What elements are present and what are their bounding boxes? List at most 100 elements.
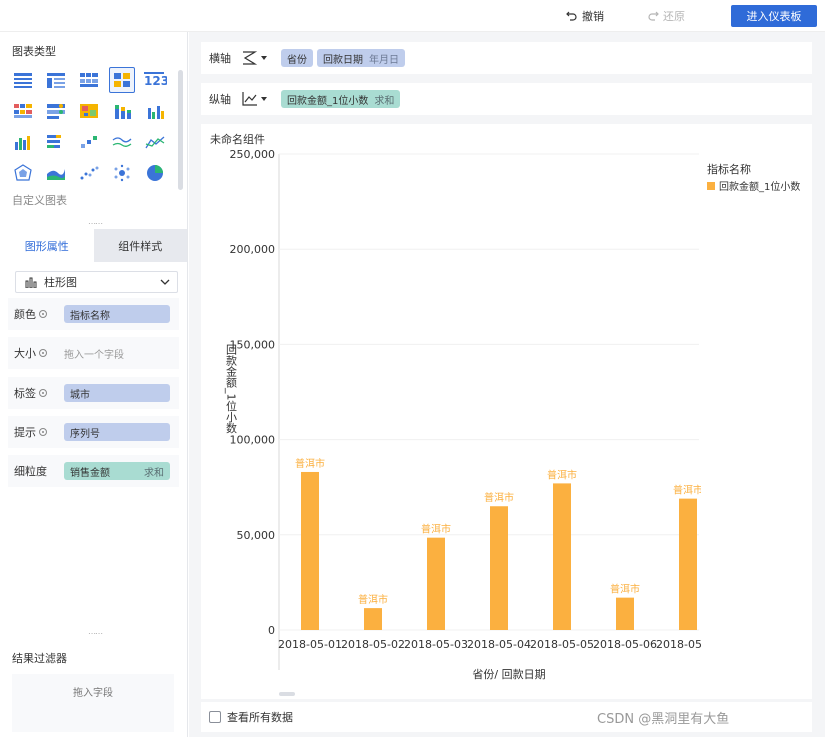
chart-type-label: 柱形图: [44, 276, 77, 289]
color-field-pill[interactable]: 指标名称: [64, 305, 170, 323]
settings-icon[interactable]: [39, 310, 47, 318]
bar-combo-icon[interactable]: [142, 98, 168, 124]
chart-type-select[interactable]: 柱形图: [15, 271, 178, 293]
horizontal-bar-icon[interactable]: [43, 129, 69, 155]
detail-table-icon[interactable]: [76, 67, 102, 93]
caret-down-icon: [261, 56, 267, 60]
bar-data-label: 普洱市: [421, 523, 451, 536]
bar-data-label: 普洱市: [484, 491, 514, 504]
settings-icon[interactable]: [39, 349, 47, 357]
legend-title: 指标名称: [707, 163, 751, 176]
y-tick-label: 0: [268, 624, 275, 637]
filter-drop-zone[interactable]: 拖入字段: [12, 674, 174, 732]
bubble-chart-icon[interactable]: [109, 160, 135, 186]
bar-data-label: 普洱市: [610, 583, 640, 596]
undo-button[interactable]: 撤销: [566, 8, 604, 24]
chart-scrollbar: [279, 692, 295, 696]
bar-chart-icon: [25, 277, 37, 288]
prop-granularity-label: 细粒度: [14, 465, 47, 478]
bar-chart: 050,000100,000150,000200,000250,000回款金额_…: [225, 148, 701, 696]
x-tick-label: 2018-05-06: [593, 638, 657, 651]
prop-tooltip: 提示 序列号: [8, 416, 179, 448]
axis-sort-icon: [243, 51, 258, 65]
card-list-icon[interactable]: [43, 98, 69, 124]
x-axis-title: 省份/ 回款日期: [472, 667, 545, 681]
granularity-field-name: 销售金额: [70, 467, 110, 479]
column-chart-icon[interactable]: [10, 129, 36, 155]
x-field-return-date[interactable]: 回款日期 年月日: [317, 49, 405, 67]
kpi-number-icon[interactable]: 123: [142, 67, 168, 93]
legend-swatch: [707, 181, 715, 190]
redo-button[interactable]: 还原: [647, 8, 685, 24]
granularity-field-pill[interactable]: 销售金额 求和: [64, 462, 170, 480]
bar-data-label: 普洱市: [295, 457, 325, 470]
x-tick-label: 2018-05-04: [467, 638, 531, 651]
chart-types-title: 图表类型: [12, 45, 56, 58]
chart-editor-area: 横轴 省份 回款日期 年月日 纵轴 回款金额_1位小数 求和 未命名组件 0 50,0…: [189, 32, 825, 737]
redo-icon: [648, 11, 659, 21]
cross-table-icon[interactable]: [43, 67, 69, 93]
x-field-province[interactable]: 省份: [281, 49, 313, 67]
scatter-bar-icon[interactable]: [76, 129, 102, 155]
caret-down-icon: [261, 97, 267, 101]
y-tick-label: 200,000: [230, 243, 276, 256]
x-axis-label: 横轴: [209, 52, 231, 65]
svg-text:123: 123: [144, 74, 167, 88]
label-field-pill[interactable]: 城市: [64, 384, 170, 402]
prop-label-label: 标签: [14, 387, 36, 400]
y-tick-label: 50,000: [237, 529, 276, 542]
pie-chart-icon[interactable]: [142, 160, 168, 186]
stacked-bar-icon[interactable]: [109, 98, 135, 124]
y-axis-setting-button[interactable]: [241, 88, 275, 110]
chart-types-scrollbar[interactable]: [178, 70, 183, 190]
heatmap-icon[interactable]: [76, 98, 102, 124]
custom-chart-label: 自定义图表: [12, 194, 67, 207]
x-field-return-date-agg: 年月日: [369, 54, 399, 66]
y-axis-title: 回款金额_1位小数: [225, 344, 238, 434]
x-field-return-date-label: 回款日期: [323, 54, 363, 66]
y-axis-row: 纵轴 回款金额_1位小数 求和: [201, 83, 812, 115]
legend-item-label: 回款金额_1位小数: [719, 182, 801, 193]
tooltip-field-pill[interactable]: 序列号: [64, 423, 170, 441]
area-line-icon[interactable]: [142, 129, 168, 155]
x-tick-label: 2018-05-02: [341, 638, 405, 651]
redo-label: 还原: [663, 10, 685, 23]
prop-color: 颜色 指标名称: [8, 298, 179, 330]
y-tick-label: 100,000: [230, 434, 276, 447]
chart-widget: 未命名组件 0 50,000 100,000 150,000 200,000 250,00…: [201, 124, 812, 699]
x-field-province-label: 省份: [287, 54, 307, 66]
panel-resize-handle[interactable]: ⋯⋯: [88, 630, 103, 638]
x-tick-label: 2018-05-07: [656, 638, 701, 651]
settings-icon[interactable]: [39, 389, 47, 397]
bar: [616, 597, 634, 630]
legend-item[interactable]: 回款金额_1位小数: [707, 178, 800, 193]
y-tick-label: 250,000: [230, 148, 276, 161]
settings-icon[interactable]: [39, 428, 47, 436]
x-tick-label: 2018-05-05: [530, 638, 594, 651]
enter-dashboard-button[interactable]: 进入仪表板: [731, 5, 817, 27]
result-filter-title: 结果过滤器: [12, 652, 67, 665]
view-all-data-checkbox[interactable]: [209, 711, 221, 723]
radar-chart-icon[interactable]: [10, 160, 36, 186]
tab-component-style[interactable]: 组件样式: [93, 229, 187, 262]
granularity-aggregation: 求和: [144, 467, 164, 479]
y-field-return-amount[interactable]: 回款金额_1位小数 求和: [281, 90, 401, 108]
size-drop-zone[interactable]: 拖入一个字段: [64, 346, 124, 361]
scatter-chart-icon[interactable]: [76, 160, 102, 186]
bar: [490, 506, 508, 630]
panel-resize-handle[interactable]: ⋯⋯: [88, 220, 103, 228]
tab-graphic-properties[interactable]: 图形属性: [0, 229, 94, 262]
property-tabs: 图形属性 组件样式: [0, 229, 187, 262]
prop-size: 大小 拖入一个字段: [8, 337, 179, 369]
table-chart-icon[interactable]: [10, 67, 36, 93]
color-table-icon[interactable]: [10, 98, 36, 124]
prop-color-label: 颜色: [14, 308, 36, 321]
line-chart-icon[interactable]: [109, 129, 135, 155]
custom-chart-icon[interactable]: [109, 67, 135, 93]
y-axis-label: 纵轴: [209, 93, 231, 106]
area-chart-icon[interactable]: [43, 160, 69, 186]
y-field-return-amount-label: 回款金额_1位小数: [287, 95, 369, 107]
bar-data-label: 普洱市: [547, 468, 577, 481]
x-axis-setting-button[interactable]: [241, 47, 275, 69]
view-all-data-label: 查看所有数据: [227, 711, 293, 724]
